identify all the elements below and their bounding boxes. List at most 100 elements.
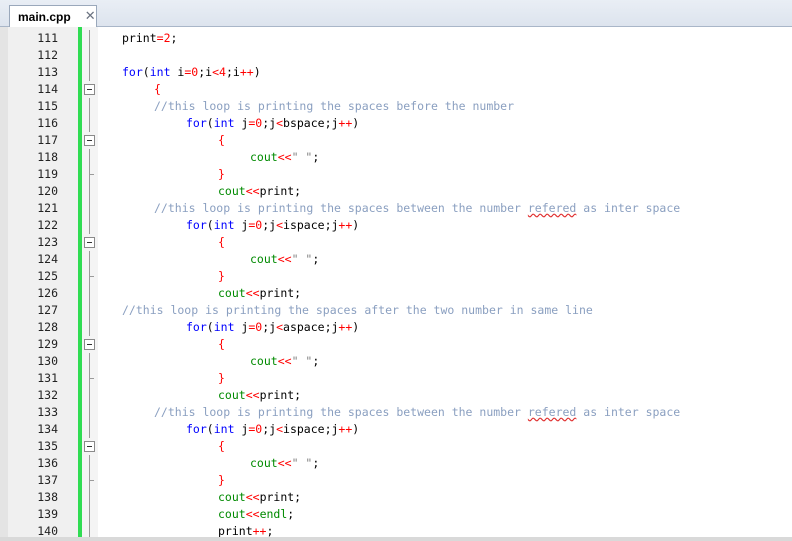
fold-guide-line (89, 30, 90, 47)
operator: } (218, 473, 225, 487)
code-text: ; (312, 456, 320, 470)
code-text: ) (352, 218, 360, 232)
code-text: ;i (198, 65, 213, 79)
fold-collapse-icon[interactable] (84, 135, 95, 146)
misspelled-word: refered (527, 201, 577, 215)
code-text: ) (352, 116, 360, 130)
code-text: ; (287, 507, 295, 521)
code-text: print=2; (122, 30, 177, 47)
fold-collapse-icon[interactable] (84, 441, 95, 452)
code-line[interactable]: 114 { (0, 81, 792, 98)
line-number: 127 (37, 303, 58, 317)
comment: //this loop is printing the spaces after… (122, 303, 593, 317)
code-line[interactable]: 115 //this loop is printing the spaces be… (0, 98, 792, 115)
code-text: cout<<" "; (250, 251, 319, 268)
code-line[interactable]: 113 for(int i=0;i<4;i++) (0, 64, 792, 81)
code-line[interactable]: 137} (0, 472, 792, 489)
horizontal-scrollbar[interactable] (0, 537, 792, 541)
operator: } (218, 371, 225, 385)
line-number: 139 (37, 507, 58, 521)
identifier: cout (218, 388, 246, 402)
code-text: ispace;j (283, 422, 339, 436)
code-text: ( (206, 320, 214, 334)
code-line[interactable]: 135 { (0, 438, 792, 455)
line-number: 125 (37, 269, 58, 283)
code-text: cout<<print; (218, 489, 301, 506)
line-number: 129 (37, 337, 58, 351)
code-line[interactable]: 126 cout<<print; (0, 285, 792, 302)
fold-end-marker (89, 480, 94, 481)
line-number: 113 (37, 65, 58, 79)
code-text: { (218, 438, 225, 455)
line-number: 114 (37, 82, 58, 96)
fold-guide-line (89, 200, 90, 217)
code-text: cout<<print; (218, 387, 301, 404)
fold-end-marker (89, 174, 94, 175)
fold-guide-line (89, 183, 90, 200)
number-literal: 4 (219, 65, 226, 79)
code-text: ( (206, 218, 214, 232)
code-line[interactable]: 124 cout<<" "; (0, 251, 792, 268)
code-text: cout<<endl; (218, 506, 294, 523)
close-icon[interactable]: ✕ (85, 9, 96, 24)
line-number: 118 (37, 150, 58, 164)
code-line[interactable]: 120 cout<<print; (0, 183, 792, 200)
tab-bar: main.cpp ✕ (0, 0, 792, 27)
code-line[interactable]: 125} (0, 268, 792, 285)
code-text: //this loop is printing the spaces befor… (154, 98, 514, 115)
code-line[interactable]: 122 for(int j=0;j<ispace;j++) (0, 217, 792, 234)
operator: << (277, 252, 292, 266)
code-line[interactable]: 121 //this loop is printing the spaces be… (0, 200, 792, 217)
fold-collapse-icon[interactable] (84, 237, 95, 248)
code-text: ; (312, 354, 320, 368)
line-number: 128 (37, 320, 58, 334)
code-text: ( (206, 422, 214, 436)
operator: << (277, 150, 292, 164)
code-line[interactable]: 131} (0, 370, 792, 387)
code-line[interactable]: 133 //this loop is printing the spaces be… (0, 404, 792, 421)
fold-guide-line (89, 319, 90, 336)
line-number: 122 (37, 218, 58, 232)
line-number: 130 (37, 354, 58, 368)
code-line[interactable]: 127 //this loop is printing the spaces af… (0, 302, 792, 319)
code-line[interactable]: 139 cout<<endl; (0, 506, 792, 523)
identifier: endl (259, 507, 288, 521)
code-line[interactable]: 129 { (0, 336, 792, 353)
operator: ++ (338, 320, 353, 334)
code-line[interactable]: 130 cout<<" "; (0, 353, 792, 370)
code-line[interactable]: 123 { (0, 234, 792, 251)
code-text: ispace;j (283, 218, 339, 232)
code-text: ; (266, 524, 274, 538)
code-line[interactable]: 128 for(int j=0;j<aspace;j++) (0, 319, 792, 336)
identifier: cout (218, 490, 246, 504)
operator: { (218, 337, 225, 351)
line-number: 137 (37, 473, 58, 487)
fold-guide-line (89, 506, 90, 523)
code-text: i (170, 65, 185, 79)
code-line[interactable]: 134 for(int j=0;j<ispace;j++) (0, 421, 792, 438)
comment: //this loop is printing the spaces betwe… (154, 405, 528, 419)
operator: ++ (252, 524, 267, 538)
line-number: 119 (37, 167, 58, 181)
code-line[interactable]: 119} (0, 166, 792, 183)
code-text: ; (312, 150, 320, 164)
code-editor[interactable]: 111 print=2; 112 113 for(int i=0;i<4;i++) 114… (0, 27, 792, 541)
code-text: ;j (262, 218, 277, 232)
keyword: for (186, 218, 207, 232)
code-line[interactable]: 116 for(int j=0;j<bspace;j++) (0, 115, 792, 132)
fold-guide-line (89, 353, 90, 370)
code-line[interactable]: 118 cout<<" "; (0, 149, 792, 166)
string-literal: " " (291, 456, 313, 470)
code-line[interactable]: 138 cout<<print; (0, 489, 792, 506)
code-line[interactable]: 112 (0, 47, 792, 64)
line-number: 116 (37, 116, 58, 130)
fold-collapse-icon[interactable] (84, 84, 95, 95)
code-line[interactable]: 117 { (0, 132, 792, 149)
fold-collapse-icon[interactable] (84, 339, 95, 350)
code-line[interactable]: 136 cout<<" "; (0, 455, 792, 472)
code-line[interactable]: 132 cout<<print; (0, 387, 792, 404)
tab-main-cpp[interactable]: main.cpp ✕ (9, 5, 97, 27)
code-text: print (218, 524, 253, 538)
code-text: ;j (262, 422, 277, 436)
code-line[interactable]: 111 print=2; (0, 30, 792, 47)
